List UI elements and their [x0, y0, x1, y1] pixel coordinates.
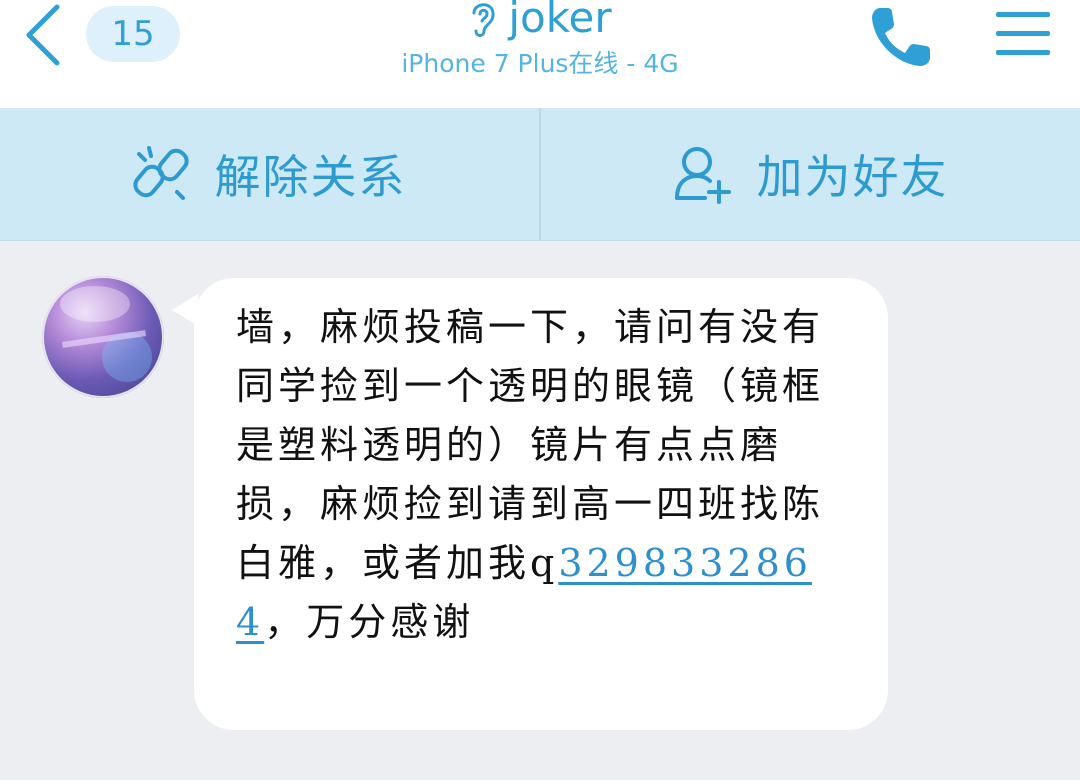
avatar-glow [60, 286, 130, 322]
avatar[interactable] [42, 276, 164, 398]
add-friend-label: 加为好友 [756, 150, 949, 204]
unlink-icon [132, 146, 189, 200]
call-button[interactable] [866, 2, 936, 72]
hamburger-menu-icon [996, 12, 1050, 55]
contact-name: joker [508, 0, 612, 42]
message-text: 墙，麻烦投稿一下，请问有没有同学捡到一个透明的眼镜（镜框是塑料透明的）镜片有点点… [236, 298, 846, 652]
unread-count-badge[interactable]: 15 [86, 6, 180, 62]
chat-header: 15 joker iPhone 7 Plus在线 - 4G [0, 0, 1080, 109]
title-row: joker [300, 0, 780, 40]
back-button[interactable] [14, 0, 72, 70]
message-text-after: ，万分感谢 [264, 600, 475, 644]
menu-button[interactable] [994, 8, 1052, 60]
remove-relation-label: 解除关系 [214, 150, 407, 204]
phone-icon [872, 8, 930, 66]
online-status: iPhone 7 Plus在线 - 4G [401, 49, 679, 78]
remove-relation-button[interactable]: 解除关系 [0, 108, 539, 240]
action-bar: 解除关系 加为好友 [0, 108, 1080, 241]
chat-title: joker iPhone 7 Plus在线 - 4G [300, 0, 780, 108]
chevron-left-icon [26, 4, 60, 66]
add-friend-button[interactable]: 加为好友 [539, 108, 1080, 240]
add-user-icon [674, 147, 731, 204]
ear-icon [472, 3, 495, 37]
